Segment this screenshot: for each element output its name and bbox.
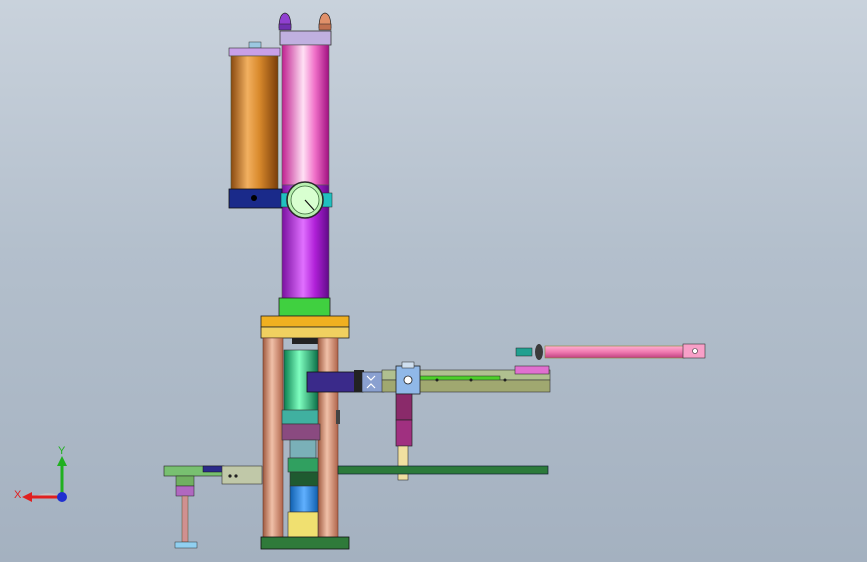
side-cylinder[interactable] <box>228 41 283 209</box>
coordinate-triad-icon: Y X <box>14 445 67 502</box>
cad-viewport[interactable]: Y X <box>0 0 867 562</box>
base-plate[interactable] <box>260 536 350 550</box>
triad-y-label: Y <box>58 445 66 457</box>
main-cylinder[interactable] <box>278 30 332 317</box>
push-rod[interactable] <box>515 343 706 360</box>
left-bracket[interactable] <box>163 465 263 549</box>
horizontal-slide[interactable] <box>306 361 551 395</box>
triad-x-label: X <box>14 489 22 501</box>
top-fittings <box>278 12 332 31</box>
support-bar[interactable] <box>337 465 549 475</box>
assembly-model[interactable]: Y X <box>0 0 867 562</box>
